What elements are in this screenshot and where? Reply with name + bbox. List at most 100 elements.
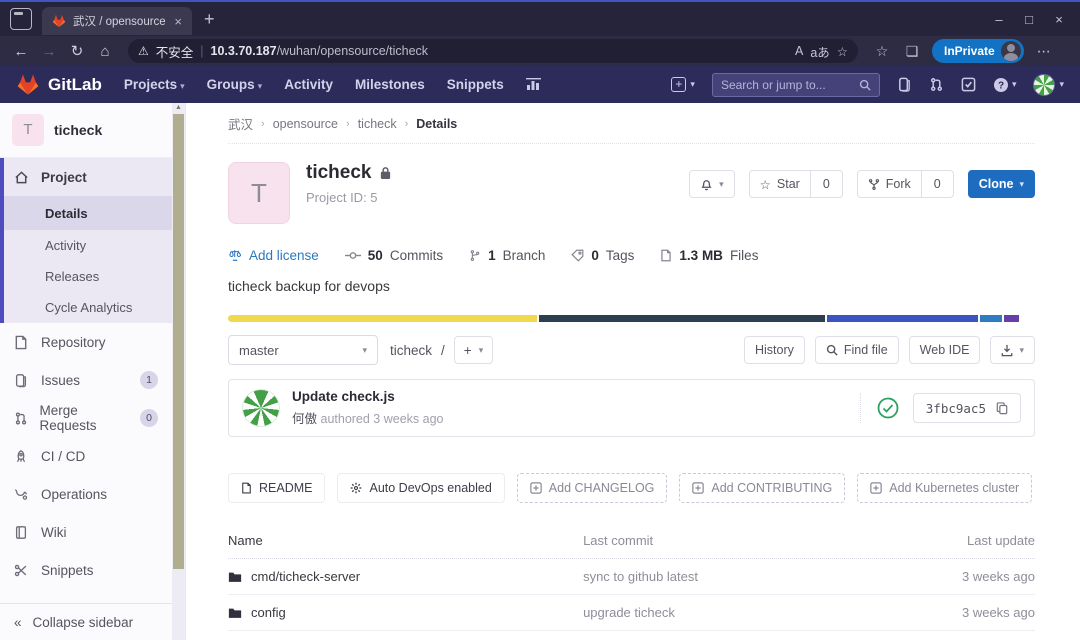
branch-selector[interactable]: master ▾ (228, 335, 378, 365)
tab-close-icon[interactable]: × (172, 14, 184, 29)
read-aloud-icon[interactable]: A (795, 44, 803, 58)
tab-actions-icon[interactable] (10, 8, 32, 30)
copy-icon[interactable] (996, 401, 1008, 415)
translate-icon[interactable]: aあ (810, 42, 829, 61)
sidebar-item-merge-requests[interactable]: Merge Requests 0 (0, 399, 172, 437)
file-name-link[interactable]: cmd/ticheck-server (251, 569, 360, 584)
add-license-link[interactable]: Add license (228, 248, 319, 263)
page-url[interactable]: 10.3.70.187/wuhan/opensource/ticheck (211, 44, 429, 58)
sidebar-item-releases[interactable]: Releases (4, 261, 172, 292)
help-menu[interactable]: ? ▾ (993, 77, 1016, 93)
file-name-link[interactable]: config (251, 605, 286, 620)
breadcrumb-group[interactable]: 武汉 (228, 114, 253, 133)
add-favorite-star-icon[interactable]: ☆ (837, 44, 848, 59)
gitlab-logo[interactable]: GitLab (16, 73, 102, 96)
user-menu[interactable]: ▾ (1033, 73, 1064, 96)
favorites-bar-icon[interactable]: ☆ (868, 43, 896, 60)
commit-author[interactable]: 何傲 (292, 412, 317, 426)
nav-activity[interactable]: Activity (284, 77, 333, 92)
nav-groups[interactable]: Groups ▾ (207, 77, 263, 92)
sidebar-project-header[interactable]: T ticheck (0, 103, 172, 158)
sidebar-item-activity[interactable]: Activity (4, 230, 172, 261)
nav-milestones[interactable]: Milestones (355, 77, 425, 92)
todos-icon[interactable] (961, 77, 976, 92)
sidebar-item-ci-cd[interactable]: CI / CD (0, 437, 172, 475)
branches-stat[interactable]: 1 Branch (469, 248, 545, 263)
commit-sha-box[interactable]: 3fbc9ac5 (912, 393, 1021, 423)
sidebar-scrollbar[interactable]: ▲ (172, 103, 185, 640)
collections-icon[interactable]: ❏ (898, 43, 926, 60)
sidebar-item-details[interactable]: Details (4, 196, 172, 230)
scissors-icon (14, 563, 30, 578)
collapse-sidebar-button[interactable]: « Collapse sidebar (0, 603, 172, 640)
fork-button[interactable]: Fork (856, 170, 922, 198)
browser-home-icon[interactable]: ⌂ (92, 43, 118, 60)
branch-name: master (239, 342, 279, 358)
profile-avatar (1000, 41, 1021, 61)
browser-menu-icon[interactable]: ⋯ (1030, 43, 1058, 60)
inprivate-badge[interactable]: InPrivate (932, 39, 1024, 63)
sidebar-item-issues[interactable]: Issues 1 (0, 361, 172, 399)
table-row[interactable]: executor sync to github latest 3 weeks a… (228, 631, 1035, 640)
repo-root-link[interactable]: ticheck (390, 343, 432, 358)
refresh-icon[interactable]: ↻ (64, 42, 90, 60)
nav-snippets[interactable]: Snippets (447, 77, 504, 92)
language-bar[interactable] (228, 315, 1035, 322)
new-tab-button[interactable]: + (204, 9, 215, 30)
sidebar-item-repository[interactable]: Repository (0, 323, 172, 361)
url-host: 10.3.70.187 (210, 44, 277, 58)
insecure-warning-icon[interactable]: ⚠ (138, 44, 149, 58)
web-ide-button[interactable]: Web IDE (908, 336, 981, 364)
tags-stat[interactable]: 0 Tags (571, 248, 634, 263)
files-stat[interactable]: 1.3 MB Files (660, 248, 758, 263)
sidebar-item-project[interactable]: Project (4, 158, 172, 196)
sidebar-item-cycle-analytics[interactable]: Cycle Analytics (4, 292, 172, 323)
table-row[interactable]: config upgrade ticheck 3 weeks ago (228, 595, 1035, 631)
add-kubernetes-cluster-button[interactable]: Add Kubernetes cluster (857, 473, 1033, 503)
auto-devops-button[interactable]: Auto DevOps enabled (337, 473, 505, 503)
commit-message-link[interactable]: Update check.js (292, 389, 444, 404)
commits-stat[interactable]: 50 Commits (344, 248, 443, 263)
add-file-button[interactable]: + ▾ (453, 336, 494, 364)
search-box[interactable] (711, 72, 880, 97)
language-segment (538, 315, 827, 322)
window-minimize-button[interactable]: – (984, 12, 1014, 27)
breadcrumb-subgroup[interactable]: opensource (273, 117, 338, 131)
window-maximize-button[interactable]: □ (1014, 12, 1044, 27)
forward-icon[interactable]: → (36, 43, 62, 60)
sidebar-item-wiki[interactable]: Wiki (0, 513, 172, 551)
commit-message-link[interactable]: sync to github latest (583, 569, 874, 584)
search-input[interactable] (720, 77, 853, 92)
readme-button[interactable]: README (228, 473, 326, 503)
merge-requests-icon[interactable] (929, 77, 944, 92)
issues-icon[interactable] (897, 77, 912, 92)
clone-button[interactable]: Clone ▾ (967, 170, 1035, 198)
address-bar[interactable]: ⚠ 不安全 | 10.3.70.187/wuhan/opensource/tic… (128, 39, 858, 63)
star-count[interactable]: 0 (810, 170, 843, 198)
fork-count[interactable]: 0 (921, 170, 954, 198)
pipeline-passed-icon[interactable] (877, 397, 899, 419)
browser-tab[interactable]: 武汉 / opensource / ticheck · Gi × (42, 7, 192, 35)
star-button[interactable]: ☆ Star (748, 170, 811, 198)
sidebar-item-snippets[interactable]: Snippets (0, 551, 172, 589)
history-button[interactable]: History (743, 336, 805, 364)
scroll-up-arrow[interactable]: ▲ (172, 103, 185, 113)
security-label[interactable]: 不安全 (156, 42, 194, 61)
download-button[interactable]: ▾ (990, 336, 1035, 364)
window-close-button[interactable]: × (1044, 12, 1074, 27)
lock-icon (379, 166, 392, 180)
sidebar-item-operations[interactable]: Operations (0, 475, 172, 513)
nav-projects[interactable]: Projects ▾ (124, 77, 185, 92)
notifications-dropdown[interactable]: ▾ (689, 170, 735, 198)
breadcrumb-project[interactable]: ticheck (358, 117, 397, 131)
commit-message-link[interactable]: upgrade ticheck (583, 605, 874, 620)
add-contributing-button[interactable]: Add CONTRIBUTING (679, 473, 846, 503)
add-changelog-button[interactable]: Add CHANGELOG (516, 473, 668, 503)
language-segment (980, 315, 1005, 322)
back-icon[interactable]: ← (8, 43, 34, 60)
scrollbar-thumb[interactable] (173, 114, 184, 569)
table-row[interactable]: cmd/ticheck-server sync to github latest… (228, 559, 1035, 595)
new-menu-button[interactable]: + ▾ (671, 77, 695, 92)
activity-chart-icon[interactable] (525, 78, 541, 91)
find-file-button[interactable]: Find file (814, 336, 899, 364)
